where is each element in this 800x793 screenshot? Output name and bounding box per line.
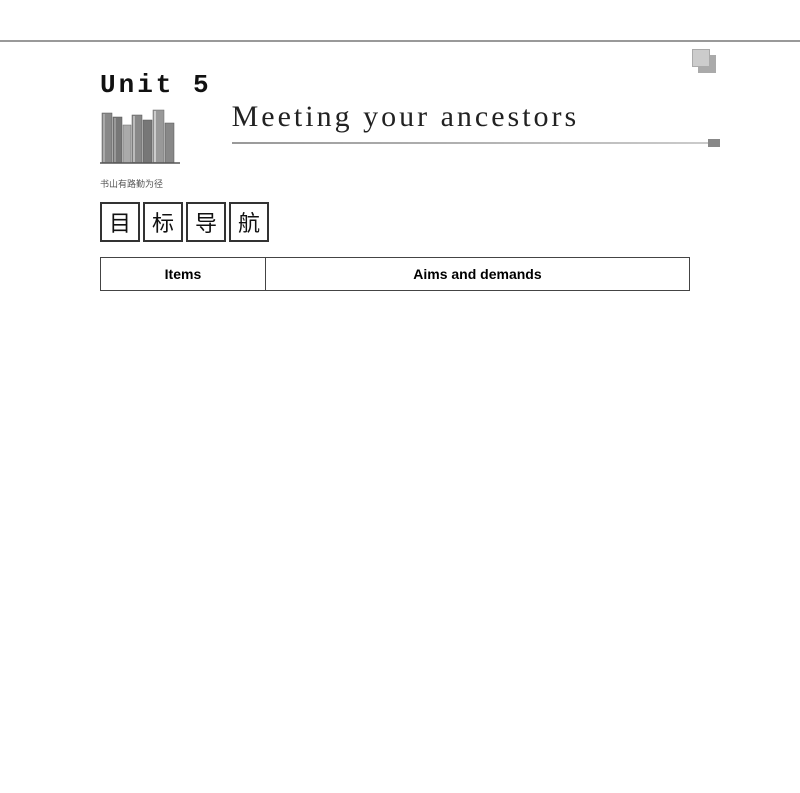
left-col: Unit 5 bbox=[100, 70, 212, 172]
nav-section: 目 标 导 航 Items Aims and demands bbox=[100, 202, 720, 291]
col-items-header: Items bbox=[101, 258, 266, 291]
title-underline bbox=[232, 142, 720, 144]
book-caption: 书山有路勤为径 bbox=[100, 177, 180, 190]
page-container: Unit 5 bbox=[0, 0, 800, 793]
char-box-4: 航 bbox=[229, 202, 269, 242]
table-section: Items Aims and demands bbox=[100, 257, 690, 291]
main-title: Meeting your ancestors bbox=[232, 100, 720, 134]
top-border bbox=[0, 40, 800, 42]
right-col: Meeting your ancestors bbox=[232, 70, 720, 144]
unit-title: Unit 5 bbox=[100, 70, 212, 100]
char-box-2: 标 bbox=[143, 202, 183, 242]
aims-table: Items Aims and demands bbox=[100, 257, 690, 291]
char-box-1: 目 bbox=[100, 202, 140, 242]
corner-icon bbox=[698, 55, 728, 85]
nav-title-boxes: 目 标 导 航 bbox=[100, 202, 720, 242]
col-aims-header: Aims and demands bbox=[265, 258, 689, 291]
book-icon: 书山有路勤为径 bbox=[100, 105, 180, 170]
char-box-3: 导 bbox=[186, 202, 226, 242]
corner-square-back bbox=[698, 55, 716, 73]
corner-square-front bbox=[692, 49, 710, 67]
header-section: Unit 5 bbox=[100, 70, 720, 172]
